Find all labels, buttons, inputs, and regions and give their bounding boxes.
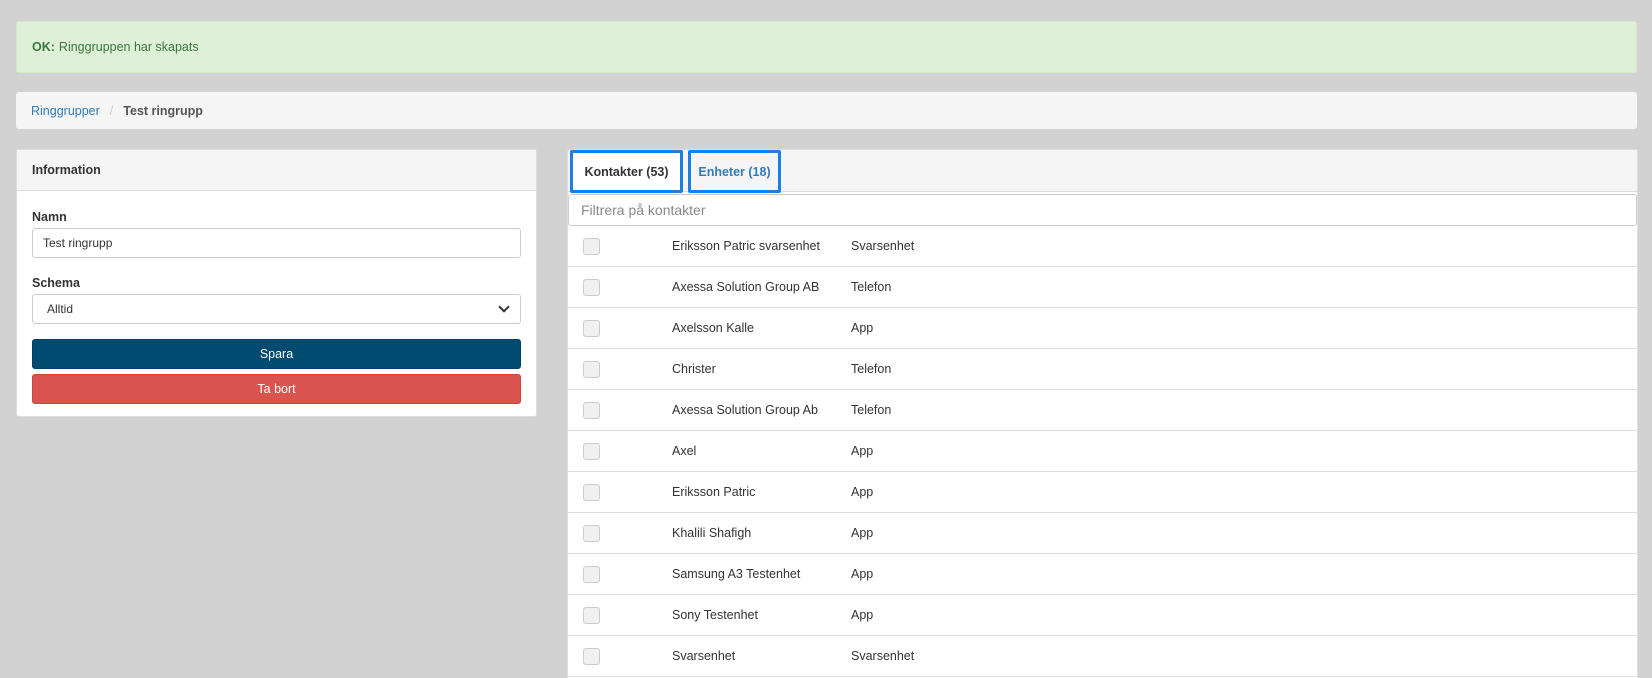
table-row: Eriksson Patric App (568, 472, 1637, 513)
filter-contacts-input[interactable]: Filtrera på kontakter (568, 194, 1637, 226)
contact-name: Axelsson Kalle (672, 321, 754, 335)
contact-name: Svarsenhet (672, 649, 736, 663)
table-row: Axel App (568, 431, 1637, 472)
table-row: Axelsson Kalle App (568, 308, 1637, 349)
row-checkbox[interactable] (583, 319, 600, 337)
delete-button[interactable]: Ta bort (32, 374, 521, 404)
contact-name: Samsung A3 Testenhet (672, 567, 801, 581)
row-checkbox[interactable] (583, 278, 600, 296)
table-row: Axessa Solution Group AB Telefon (568, 267, 1637, 308)
contact-name: Christer (672, 362, 716, 376)
schedule-label: Schema (32, 276, 80, 290)
row-checkbox[interactable] (583, 483, 600, 501)
contact-name: Axel (672, 444, 697, 458)
tab-units[interactable]: Enheter (18) (688, 150, 781, 193)
tab-contacts[interactable]: Kontakter (53) (570, 150, 683, 193)
contact-type: App (851, 526, 874, 540)
schedule-selected-value: Alltid (47, 302, 74, 316)
contact-name: Sony Testenhet (672, 608, 758, 622)
contact-name: Eriksson Patric (672, 485, 756, 499)
row-checkbox[interactable] (583, 401, 600, 419)
contact-type: Telefon (851, 362, 892, 376)
table-row: Svarsenhet Svarsenhet (568, 636, 1637, 677)
name-label: Namn (32, 210, 67, 224)
breadcrumb-separator: / (109, 103, 114, 118)
alert-message: Ringgruppen har skapats (58, 40, 199, 54)
table-row: Eriksson Patric svarsenhet Svarsenhet (568, 226, 1637, 267)
contact-type: Svarsenhet (851, 649, 915, 663)
table-row: Samsung A3 Testenhet App (568, 554, 1637, 595)
chevron-down-icon (498, 301, 510, 313)
contact-type: App (851, 321, 874, 335)
row-checkbox[interactable] (583, 237, 600, 255)
success-alert: OK: Ringgruppen har skapats (16, 21, 1637, 73)
row-checkbox[interactable] (583, 524, 600, 542)
table-row: Sony Testenhet App (568, 595, 1637, 636)
table-row: Axessa Solution Group Ab Telefon (568, 390, 1637, 431)
breadcrumb: Ringgrupper / Test ringrupp (16, 92, 1637, 129)
table-row: Christer Telefon (568, 349, 1637, 390)
contact-type: Telefon (851, 280, 892, 294)
contact-name: Eriksson Patric svarsenhet (672, 239, 820, 253)
information-panel: Information Namn Test ringrupp Schema Al… (16, 149, 537, 417)
row-checkbox[interactable] (583, 565, 600, 583)
contact-type: App (851, 608, 874, 622)
row-checkbox[interactable] (583, 442, 600, 460)
schedule-select[interactable]: Alltid (32, 294, 521, 324)
contact-name: Axessa Solution Group Ab (672, 403, 818, 417)
table-row: Khalili Shafigh App (568, 513, 1637, 554)
tab-bar: Kontakter (53) Enheter (18) (568, 150, 1637, 193)
information-form: Namn Test ringrupp Schema Alltid Spara T… (17, 210, 536, 404)
contact-type: Telefon (851, 403, 892, 417)
contact-type: Svarsenhet (851, 239, 915, 253)
contact-type: App (851, 485, 874, 499)
breadcrumb-current: Test ringrupp (123, 103, 203, 118)
contact-type: App (851, 444, 874, 458)
name-input[interactable]: Test ringrupp (32, 228, 521, 258)
contact-name: Axessa Solution Group AB (672, 280, 820, 294)
row-checkbox[interactable] (583, 360, 600, 378)
contact-type: App (851, 567, 874, 581)
save-button[interactable]: Spara (32, 339, 521, 369)
contact-list: Eriksson Patric svarsenhet Svarsenhet Axes… (568, 226, 1637, 677)
contact-name: Khalili Shafigh (672, 526, 752, 540)
alert-prefix: OK: (32, 40, 55, 54)
row-checkbox[interactable] (583, 606, 600, 624)
row-checkbox[interactable] (583, 647, 600, 665)
contacts-panel: Kontakter (53) Enheter (18) Filtrera på … (567, 149, 1638, 678)
information-panel-title: Information (17, 150, 536, 191)
breadcrumb-link-ringgrupper[interactable]: Ringgrupper (31, 104, 100, 118)
